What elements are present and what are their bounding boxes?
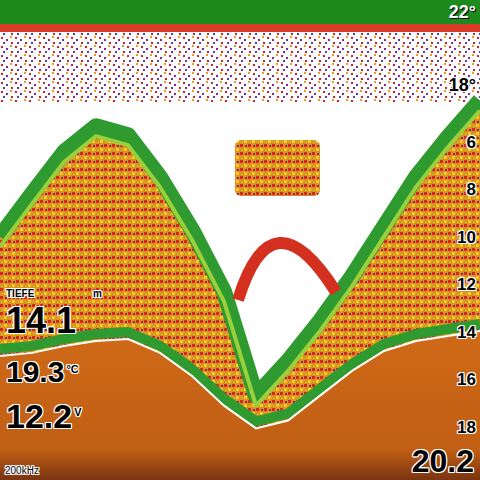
- surface-temp: 22°: [449, 2, 476, 22]
- depth-scale-label: 6: [467, 133, 476, 153]
- depth-scale-label: 8: [467, 180, 476, 200]
- depth-scale-label: 14: [457, 323, 476, 343]
- water-temp-readout: 19.3°C: [6, 356, 102, 388]
- range-readout: 20.2: [412, 443, 474, 479]
- sonar-screen: 22° 18° 6 8 10 12 14 16 18 TIEFEm 14.1 19.3°C 12.2V 2…: [0, 0, 480, 480]
- depth-readout: 14.1: [6, 302, 102, 340]
- readout-panel: TIEFEm 14.1 19.3°C 12.2V: [6, 288, 102, 435]
- echo-arc: [238, 243, 336, 300]
- depth-scale-label: 12: [457, 275, 476, 295]
- depth-header: TIEFEm: [6, 288, 102, 300]
- depth-scale-label: 16: [457, 370, 476, 390]
- seabed: [0, 331, 480, 480]
- depth-scale-label: 18: [457, 418, 476, 438]
- surface-band: [0, 0, 480, 24]
- voltage-readout: 12.2V: [6, 399, 102, 435]
- surface-clutter: [0, 22, 480, 102]
- frequency-label: 200kHz: [5, 465, 39, 477]
- fish-school: [235, 140, 320, 196]
- depth-scale-label: 10: [457, 228, 476, 248]
- surface-temp: 18°: [449, 75, 476, 95]
